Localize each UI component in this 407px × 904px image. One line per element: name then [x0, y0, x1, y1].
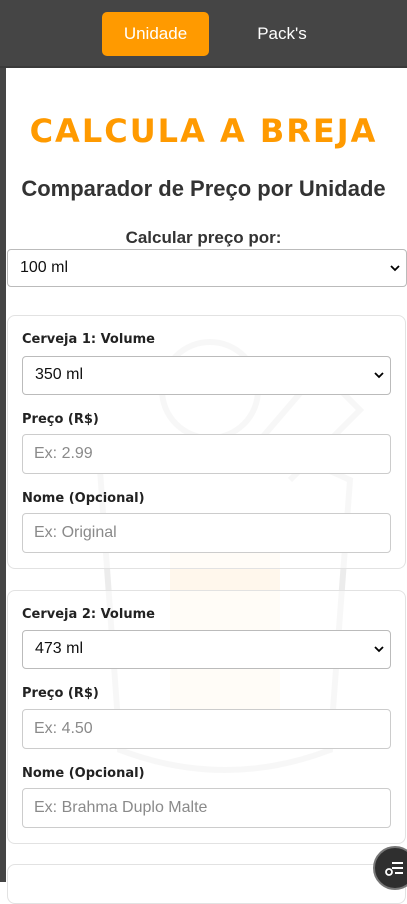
beer-2-volume-label: Cerveja 2: Volume — [22, 607, 155, 622]
beer-1-name-input[interactable]: Ex: Original — [22, 513, 391, 553]
page-subtitle: Comparador de Preço por Unidade — [21, 176, 386, 201]
beer-1-volume-label: Cerveja 1: Volume — [22, 332, 155, 347]
beer-2-name-input[interactable]: Ex: Brahma Duplo Malte — [22, 788, 391, 828]
tab-packs[interactable]: Pack's — [240, 12, 324, 56]
beer-card-3-partial — [7, 864, 406, 904]
calc-per-label: Calcular preço por: — [125, 228, 282, 247]
beer-2-price-label: Preço (R$) — [22, 686, 99, 701]
top-navigation-bar: Unidade Pack's — [0, 0, 407, 68]
beer-1-price-label: Preço (R$) — [22, 412, 99, 427]
list-settings-icon — [385, 862, 403, 876]
calc-per-selected-value: 100 ml — [20, 259, 69, 276]
beer-2-price-input[interactable]: Ex: 4.50 — [22, 709, 391, 749]
beer-1-volume-select[interactable]: 350 ml — [22, 356, 391, 395]
beer-2-name-label: Nome (Opcional) — [22, 766, 145, 781]
beer-1-volume-value: 350 ml — [35, 366, 84, 383]
beer-1-name-label: Nome (Opcional) — [22, 491, 145, 506]
chevron-down-icon — [374, 646, 384, 653]
tab-unidade[interactable]: Unidade — [102, 12, 209, 56]
chevron-down-icon — [374, 372, 384, 379]
chevron-down-icon — [390, 265, 400, 272]
app-brand-title: CALCULA A BREJA — [29, 112, 378, 150]
beer-1-price-input[interactable]: Ex: 2.99 — [22, 434, 391, 474]
beer-2-volume-select[interactable]: 473 ml — [22, 630, 391, 669]
beer-2-volume-value: 473 ml — [35, 640, 84, 657]
calc-per-select[interactable]: 100 ml — [7, 249, 407, 287]
